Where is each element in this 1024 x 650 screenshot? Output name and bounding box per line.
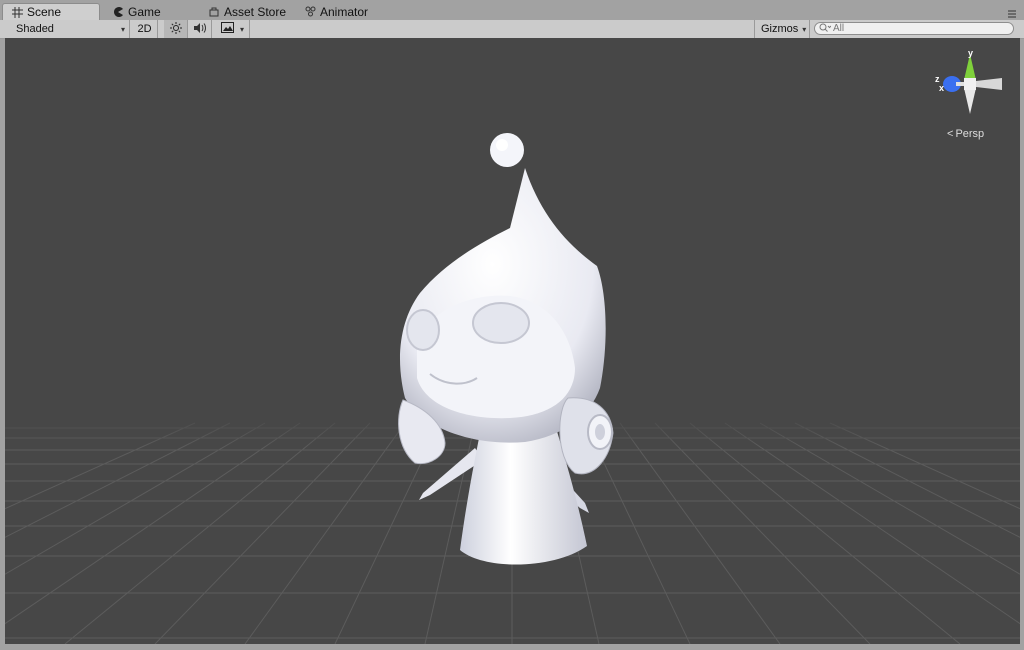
projection-label: Persp (955, 128, 985, 140)
scene-render (5, 54, 1020, 644)
gizmos-dropdown[interactable]: Gizmos ▾ (754, 20, 810, 38)
tab-animator[interactable]: Animator (296, 3, 386, 20)
toggle-2d-button[interactable]: 2D (132, 20, 158, 38)
search-placeholder: All (833, 23, 845, 34)
sun-icon (169, 21, 182, 37)
grid-icon (11, 6, 23, 18)
tab-game[interactable]: Game (104, 3, 184, 20)
chevron-left-icon: < (947, 128, 954, 140)
projection-toggle[interactable]: < Persp (947, 128, 984, 140)
tab-label: Scene (27, 5, 62, 19)
scene-viewport[interactable]: y z x < Persp (5, 38, 1020, 644)
axis-x-label: x (939, 83, 945, 93)
animator-icon (304, 6, 316, 18)
character-model (398, 133, 614, 565)
scene-orientation-gizmo (943, 54, 1002, 114)
toggle-2d-label: 2D (137, 23, 152, 35)
tab-scene[interactable]: Scene (2, 3, 100, 20)
pacman-icon (112, 6, 124, 18)
dropdown-arrow-icon: ▾ (120, 24, 125, 34)
dropdown-arrow-icon: ▾ (240, 24, 245, 34)
tab-bar: Scene Game Asset Store Animator (0, 0, 1024, 21)
image-icon (221, 22, 234, 36)
shading-mode-dropdown[interactable]: Shaded ▾ (8, 20, 130, 38)
scene-effects-dropdown[interactable]: ▾ (216, 20, 250, 38)
unity-editor: { "tabs": [ {"label": "Scene", "icon": "… (0, 0, 1024, 650)
tab-asset-store[interactable]: Asset Store (200, 3, 298, 20)
axis-y-label: y (968, 48, 974, 58)
scene-audio-toggle[interactable] (188, 20, 212, 38)
hierarchy-search-field[interactable]: All (814, 22, 1014, 35)
store-icon (208, 6, 220, 18)
gizmos-label: Gizmos (761, 23, 799, 35)
shading-mode-label: Shaded (16, 23, 54, 35)
speaker-icon (193, 22, 207, 37)
tab-menu-icon[interactable] (1006, 6, 1018, 18)
scene-lighting-toggle[interactable] (164, 20, 188, 38)
dropdown-arrow-icon: ▾ (802, 24, 807, 34)
tab-label: Game (128, 4, 161, 19)
tab-label: Asset Store (224, 4, 287, 19)
scene-toolbar: Shaded ▾ 2D ▾ Gizmos ▾ All (0, 20, 1024, 39)
tab-label: Animator (320, 4, 369, 19)
search-icon (819, 23, 832, 35)
